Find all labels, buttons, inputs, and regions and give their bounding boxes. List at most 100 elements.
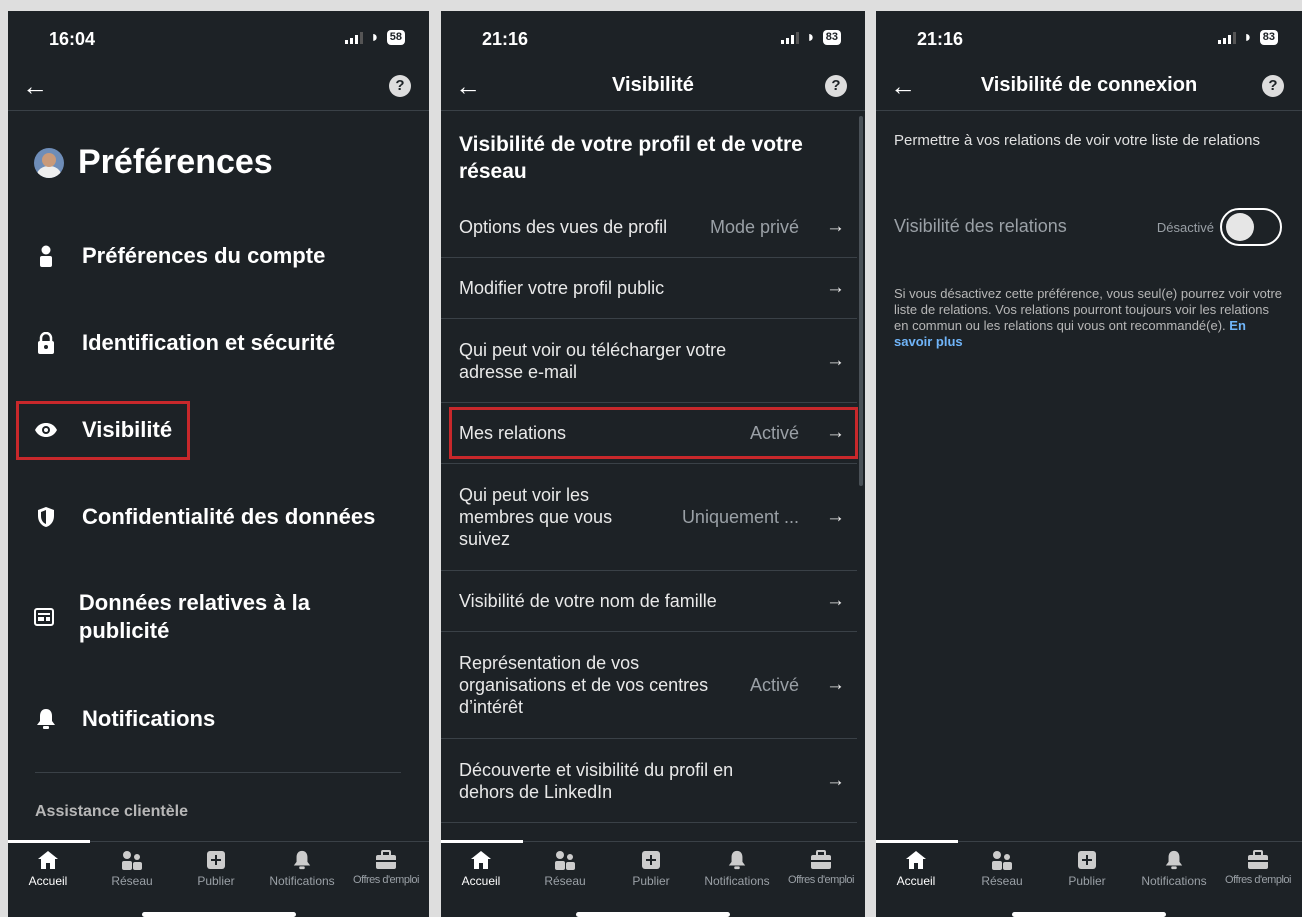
nav-post[interactable]: Publier: [174, 850, 258, 888]
wifi-icon: ◗: [370, 28, 380, 46]
row-value: Uniquement ...: [681, 506, 799, 527]
setting-note: Si vous désactivez cette préférence, vou…: [894, 286, 1283, 349]
home-indicator[interactable]: [1012, 912, 1166, 917]
phone-screen-connection-visibility: 21:16 ◗ 83 ← Visibilité de connexion ? P…: [876, 11, 1302, 917]
divider: [35, 772, 401, 773]
bell-icon: [260, 850, 344, 870]
status-bar: 16:04 ◗ 58: [8, 11, 429, 67]
menu-item-notifications[interactable]: Notifications: [34, 705, 215, 733]
section-heading: Visibilité de votre profil et de votre r…: [459, 133, 803, 183]
bottom-nav: Accueil Réseau Publier Notifications Off…: [8, 840, 429, 891]
row-email-visibility[interactable]: Qui peut voir ou télécharger votre adres…: [441, 319, 857, 403]
menu-item-ad-data[interactable]: Données relatives à la publicité: [34, 589, 364, 645]
row-last-name-visibility[interactable]: Visibilité de votre nom de famille →: [441, 571, 857, 632]
status-bar: 21:16 ◗ 83: [441, 11, 865, 67]
briefcase-icon: [1216, 850, 1300, 870]
battery-icon: 58: [386, 30, 405, 45]
person-icon: [34, 244, 58, 268]
section-label: Assistance clientèle: [35, 803, 188, 820]
battery-icon: 83: [822, 30, 841, 45]
scrollbar[interactable]: [859, 116, 863, 486]
row-value: Activé: [749, 674, 799, 695]
help-icon[interactable]: ?: [1262, 75, 1284, 97]
active-tab-indicator: [441, 840, 523, 843]
page-title-text: Préférences: [78, 143, 273, 181]
arrow-right-icon: →: [826, 216, 845, 237]
back-arrow-icon[interactable]: ←: [22, 71, 48, 102]
bottom-nav: Accueil Réseau Publier Notifications Off…: [441, 840, 865, 891]
row-following-visibility[interactable]: Qui peut voir les membres que vous suive…: [441, 464, 857, 571]
row-profile-viewing-options[interactable]: Options des vues de profil Mode privé →: [441, 197, 857, 258]
connections-visibility-toggle[interactable]: [1220, 208, 1282, 246]
nav-notifications[interactable]: Notifications: [260, 850, 344, 888]
row-organizations-interests[interactable]: Représentation de vos organisations et d…: [441, 632, 857, 739]
arrow-right-icon: →: [826, 506, 845, 527]
menu-item-account-preferences[interactable]: Préférences du compte: [34, 242, 325, 270]
arrow-right-icon: →: [826, 590, 845, 611]
nav-network[interactable]: Réseau: [523, 850, 607, 888]
wifi-icon: ◗: [806, 28, 816, 46]
home-indicator[interactable]: [141, 912, 296, 917]
help-icon[interactable]: ?: [389, 75, 411, 97]
nav-jobs[interactable]: Offres d'emploi: [1216, 850, 1300, 886]
phone-screen-preferences: 16:04 ◗ 58 ← ? Préférences Préférences d…: [8, 11, 429, 917]
arrow-right-icon: →: [826, 769, 845, 791]
avatar[interactable]: [34, 147, 64, 178]
home-icon: [8, 850, 90, 870]
help-icon[interactable]: ?: [825, 75, 847, 97]
active-tab-indicator: [876, 840, 958, 843]
post-icon: [174, 850, 258, 870]
setting-status: Désactivé: [1156, 220, 1214, 235]
nav-post[interactable]: Publier: [609, 850, 693, 888]
status-time: 16:04: [49, 29, 96, 49]
screen-title: Visibilité: [612, 74, 694, 96]
top-bar: ← Visibilité ?: [441, 67, 865, 111]
arrow-right-icon: →: [826, 674, 845, 695]
menu-item-sign-in-security[interactable]: Identification et sécurité: [34, 329, 335, 357]
home-icon: [876, 850, 958, 870]
nav-home[interactable]: Accueil: [441, 850, 523, 888]
status-time: 21:16: [917, 29, 964, 49]
toggle-knob: [1226, 213, 1254, 241]
top-bar: ← Visibilité de connexion ?: [876, 67, 1302, 111]
wifi-icon: ◗: [1243, 28, 1253, 46]
top-bar: ← ?: [8, 67, 429, 111]
nav-notifications[interactable]: Notifications: [1132, 850, 1216, 888]
arrow-right-icon: →: [826, 277, 845, 298]
page-title: Préférences: [34, 143, 273, 182]
home-indicator[interactable]: [576, 912, 730, 917]
bottom-nav: Accueil Réseau Publier Notifications Off…: [876, 840, 1302, 891]
signal-icon: [781, 31, 800, 44]
lock-icon: [34, 331, 58, 355]
nav-notifications[interactable]: Notifications: [695, 850, 779, 888]
briefcase-icon: [344, 850, 428, 870]
nav-network[interactable]: Réseau: [960, 850, 1044, 888]
phone-screen-visibility: 21:16 ◗ 83 ← Visibilité ? Visibilité de …: [441, 11, 865, 917]
nav-network[interactable]: Réseau: [90, 850, 174, 888]
eye-icon: [34, 418, 58, 442]
screen-title: Visibilité de connexion: [980, 74, 1198, 96]
bell-icon: [34, 707, 58, 731]
status-bar: 21:16 ◗ 83: [876, 11, 1302, 67]
post-icon: [1045, 850, 1129, 870]
nav-home[interactable]: Accueil: [8, 850, 90, 888]
row-profile-discovery[interactable]: Découverte et visibilité du profil en de…: [441, 739, 857, 823]
nav-post[interactable]: Publier: [1045, 850, 1129, 888]
status-time: 21:16: [482, 29, 529, 49]
menu-item-data-privacy[interactable]: Confidentialité des données: [34, 503, 375, 531]
shield-icon: [34, 505, 58, 529]
home-icon: [441, 850, 523, 870]
nav-home[interactable]: Accueil: [876, 850, 958, 888]
signal-icon: [345, 31, 364, 44]
setting-label: Visibilité des relations: [894, 216, 1067, 236]
menu-item-visibility[interactable]: Visibilité: [34, 416, 172, 444]
nav-jobs[interactable]: Offres d'emploi: [779, 850, 863, 886]
nav-jobs[interactable]: Offres d'emploi: [344, 850, 428, 886]
highlight-box: [449, 407, 858, 459]
battery-icon: 83: [1259, 30, 1278, 45]
network-icon: [960, 850, 1044, 870]
post-icon: [609, 850, 693, 870]
ad-icon: [34, 605, 55, 629]
arrow-right-icon: →: [826, 349, 845, 371]
row-edit-public-profile[interactable]: Modifier votre profil public →: [441, 258, 857, 319]
